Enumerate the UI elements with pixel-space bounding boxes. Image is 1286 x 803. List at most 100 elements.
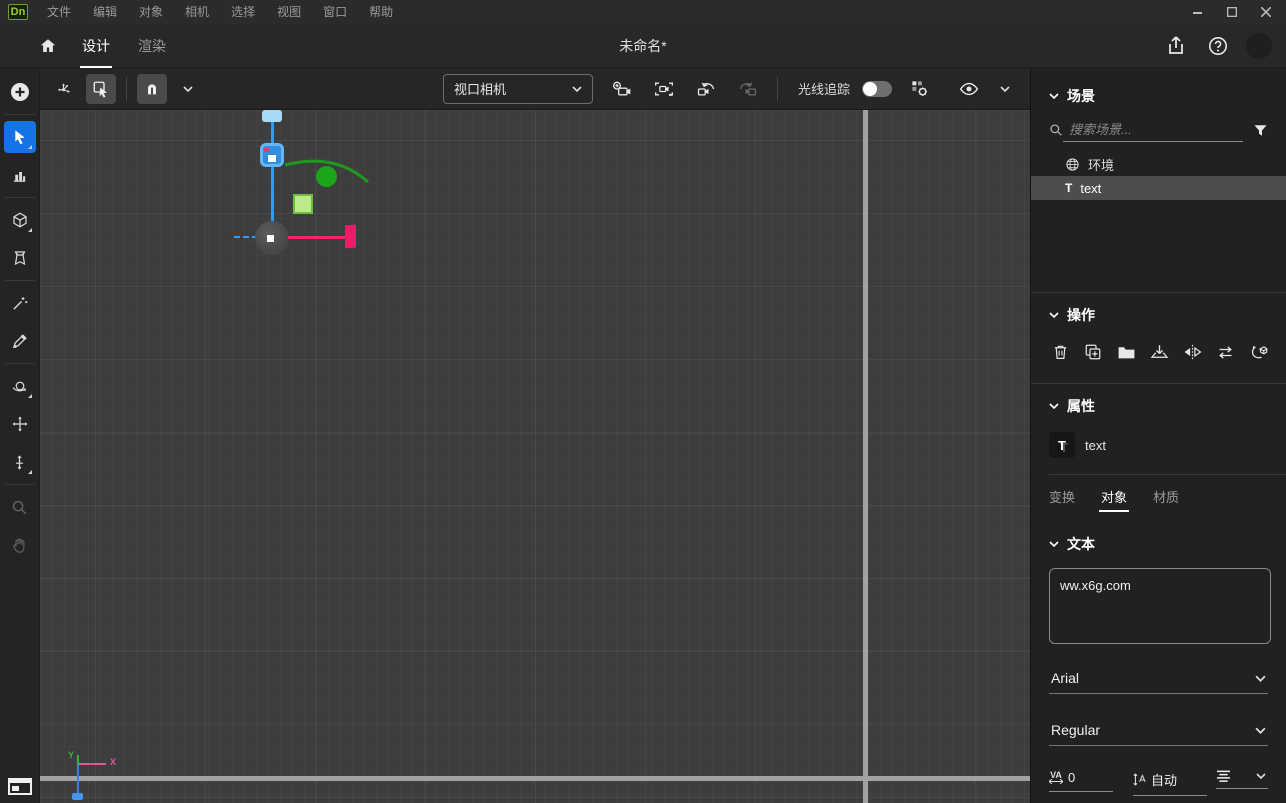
gizmo-scale-handle[interactable]	[293, 194, 313, 214]
replace-3d-button[interactable]	[1247, 341, 1269, 363]
menu-view[interactable]: 视图	[266, 0, 312, 24]
magic-wand-tool[interactable]	[4, 287, 36, 319]
hand-icon	[11, 537, 28, 554]
view-settings-chevron[interactable]	[990, 74, 1020, 104]
camera-plus-icon	[612, 81, 632, 97]
scene-item-environment[interactable]: 环境	[1031, 152, 1286, 176]
mirror-button[interactable]	[1181, 341, 1203, 363]
undo-camera-move-button[interactable]	[691, 74, 721, 104]
chevron-down-icon	[1255, 727, 1266, 734]
gizmo-y-cap-handle[interactable]	[262, 110, 282, 122]
select-tool[interactable]	[4, 121, 36, 153]
orbit-tool[interactable]	[4, 370, 36, 402]
home-button[interactable]	[28, 24, 68, 68]
text-align-dropdown[interactable]	[1216, 768, 1268, 789]
add-camera-bookmark-button[interactable]	[607, 74, 637, 104]
menu-help[interactable]: 帮助	[358, 0, 404, 24]
add-icon	[10, 82, 30, 102]
viewport-canvas[interactable]: Y X	[40, 110, 1030, 803]
tab-design[interactable]: 设计	[68, 24, 124, 68]
minimize-icon[interactable]	[1184, 2, 1212, 22]
tab-material[interactable]: 材质	[1153, 487, 1179, 516]
align-center-icon	[1216, 770, 1231, 782]
chevron-down-icon	[1000, 86, 1010, 92]
grid-axis-horizontal	[40, 776, 1030, 781]
folder-icon	[1117, 344, 1136, 360]
font-family-dropdown[interactable]: Arial	[1049, 662, 1268, 694]
magic-wand-icon	[11, 295, 28, 312]
chevron-down-icon	[1049, 312, 1059, 318]
gizmo-center-handle[interactable]	[255, 221, 289, 255]
decal-tool[interactable]	[4, 242, 36, 274]
menu-select[interactable]: 选择	[220, 0, 266, 24]
swap-button[interactable]	[1214, 341, 1236, 363]
move-3d-button[interactable]	[50, 74, 80, 104]
camera-bookmarks-button[interactable]	[649, 74, 679, 104]
scene-item-text[interactable]: T text	[1031, 176, 1286, 200]
help-button[interactable]	[1204, 32, 1232, 60]
font-style-dropdown[interactable]: Regular	[1049, 714, 1268, 746]
tab-transform[interactable]: 变换	[1049, 487, 1075, 516]
actions-section-header[interactable]: 操作	[1031, 293, 1286, 331]
ground-plane-toggle[interactable]	[5, 775, 35, 797]
filter-icon[interactable]	[1253, 123, 1268, 138]
hand-tool[interactable]	[4, 529, 36, 561]
render-quality-button[interactable]	[904, 74, 934, 104]
group-button[interactable]	[1115, 341, 1137, 363]
divider	[5, 114, 35, 115]
window-controls	[1184, 2, 1280, 22]
menu-edit[interactable]: 编辑	[82, 0, 128, 24]
divider	[777, 77, 778, 101]
snap-button[interactable]	[137, 74, 167, 104]
scene-search-input[interactable]	[1063, 118, 1243, 142]
camera-dropdown[interactable]: 视口相机	[443, 74, 593, 104]
pan-tool[interactable]	[4, 408, 36, 440]
maximize-icon[interactable]	[1218, 2, 1246, 22]
text-content-input[interactable]: ww.x6g.com	[1049, 568, 1271, 644]
view-settings-button[interactable]	[954, 74, 984, 104]
dolly-icon	[11, 454, 28, 471]
grid-axis-vertical	[863, 110, 868, 803]
select-move-icon	[92, 80, 110, 98]
divider	[5, 197, 35, 198]
tab-render[interactable]: 渲染	[124, 24, 180, 68]
graph-tool[interactable]	[4, 159, 36, 191]
tab-object[interactable]: 对象	[1101, 487, 1127, 516]
tracking-field[interactable]: VA 0	[1049, 768, 1113, 792]
properties-section-header[interactable]: 属性	[1031, 384, 1286, 422]
actions-toolbar	[1031, 331, 1286, 369]
gizmo-y-axis[interactable]	[271, 116, 274, 238]
line-spacing-field[interactable]: 自动	[1133, 768, 1207, 796]
camera-redo-icon	[738, 81, 758, 97]
gizmo-rotate-handle[interactable]	[316, 166, 337, 187]
duplicate-button[interactable]	[1082, 341, 1104, 363]
properties-tabs: 变换 对象 材质	[1031, 475, 1286, 516]
redo-camera-move-button[interactable]	[733, 74, 763, 104]
snap-options-button[interactable]	[173, 74, 203, 104]
menu-object[interactable]: 对象	[128, 0, 174, 24]
menu-window[interactable]: 窗口	[312, 0, 358, 24]
gizmo-x-axis[interactable]	[288, 236, 348, 239]
user-avatar[interactable]	[1246, 33, 1272, 59]
ray-tracing-toggle[interactable]	[862, 81, 892, 97]
sampler-tool[interactable]	[4, 325, 36, 357]
menu-camera[interactable]: 相机	[174, 0, 220, 24]
move-to-ground-button[interactable]	[1148, 341, 1170, 363]
gizmo-x-handle[interactable]	[345, 225, 356, 249]
close-icon[interactable]	[1252, 2, 1280, 22]
menu-file[interactable]: 文件	[36, 0, 82, 24]
select-and-move-button[interactable]	[86, 74, 116, 104]
swap-arrows-icon	[1216, 345, 1235, 360]
chevron-down-icon	[1049, 541, 1059, 547]
text-section-title: 文本	[1067, 534, 1095, 554]
text-section-header[interactable]: 文本	[1031, 516, 1286, 560]
share-icon	[1167, 36, 1185, 56]
delete-button[interactable]	[1049, 341, 1071, 363]
axis-y-label: Y	[68, 750, 74, 760]
zoom-tool[interactable]	[4, 491, 36, 523]
share-button[interactable]	[1162, 32, 1190, 60]
primitive-shape-tool[interactable]	[4, 204, 36, 236]
scene-section-header[interactable]: 场景	[1031, 80, 1286, 112]
dolly-tool[interactable]	[4, 446, 36, 478]
add-content-button[interactable]	[4, 76, 36, 108]
